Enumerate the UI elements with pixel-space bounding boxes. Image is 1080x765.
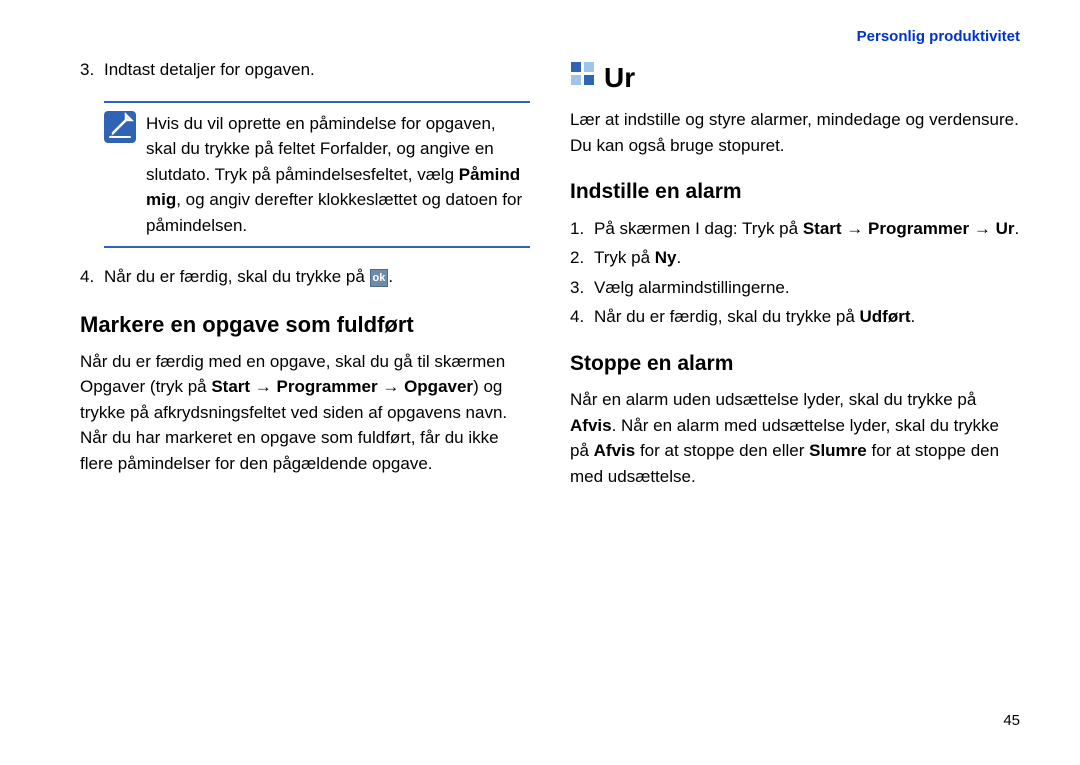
step-number: 4. [570,304,594,330]
list-item: 4. Når du er færdig, skal du trykke på o… [80,264,530,290]
step-number: 2. [570,245,594,271]
note-text: Hvis du vil oprette en påmindelse for op… [146,111,530,239]
section-title-mark-complete: Markere en opgave som fuldført [80,308,530,341]
content-columns: 3. Indtast detaljer for opgaven. Hvis du… [80,57,1020,712]
chapter-header: Personlig produktivitet [80,28,1020,45]
chapter-intro: Lær at indstille og styre alarmer, minde… [570,107,1020,158]
note-icon [104,111,136,143]
section-title-set-alarm: Indstille en alarm [570,176,1020,208]
step-number: 1. [570,216,594,242]
manual-page: Personlig produktivitet 3. Indtast detal… [0,0,1080,765]
mark-complete-body: Når du er færdig med en opgave, skal du … [80,349,530,477]
step-text: Indtast detaljer for opgaven. [104,57,530,83]
list-item: 4. Når du er færdig, skal du trykke på U… [570,304,1020,330]
step-text: Når du er færdig, skal du trykke på ok. [104,264,530,290]
page-number: 45 [80,712,1020,729]
step-text: Tryk på Ny. [594,245,1020,271]
right-column: Ur Lær at indstille og styre alarmer, mi… [570,57,1020,712]
ok-icon: ok [370,269,389,287]
step-text: På skærmen I dag: Tryk på Start → Progra… [594,216,1020,242]
step-text: Når du er færdig, skal du trykke på Udfø… [594,304,1020,330]
list-item: 3. Vælg alarmindstillingerne. [570,275,1020,301]
section-title-stop-alarm: Stoppe en alarm [570,348,1020,380]
section-squares-icon [570,57,596,99]
left-column: 3. Indtast detaljer for opgaven. Hvis du… [80,57,530,712]
list-item: 1. På skærmen I dag: Tryk på Start → Pro… [570,216,1020,242]
task-steps-list-cont: 4. Når du er færdig, skal du trykke på o… [80,264,530,290]
step-number: 3. [80,57,104,83]
task-steps-list: 3. Indtast detaljer for opgaven. [80,57,530,83]
list-item: 2. Tryk på Ny. [570,245,1020,271]
list-item: 3. Indtast detaljer for opgaven. [80,57,530,83]
stop-alarm-body: Når en alarm uden udsættelse lyder, skal… [570,387,1020,489]
step-number: 4. [80,264,104,290]
step-text: Vælg alarmindstillingerne. [594,275,1020,301]
set-alarm-steps: 1. På skærmen I dag: Tryk på Start → Pro… [570,216,1020,330]
step-number: 3. [570,275,594,301]
chapter-title: Ur [570,57,1020,99]
chapter-title-text: Ur [604,57,635,99]
note-block: Hvis du vil oprette en påmindelse for op… [104,101,530,249]
